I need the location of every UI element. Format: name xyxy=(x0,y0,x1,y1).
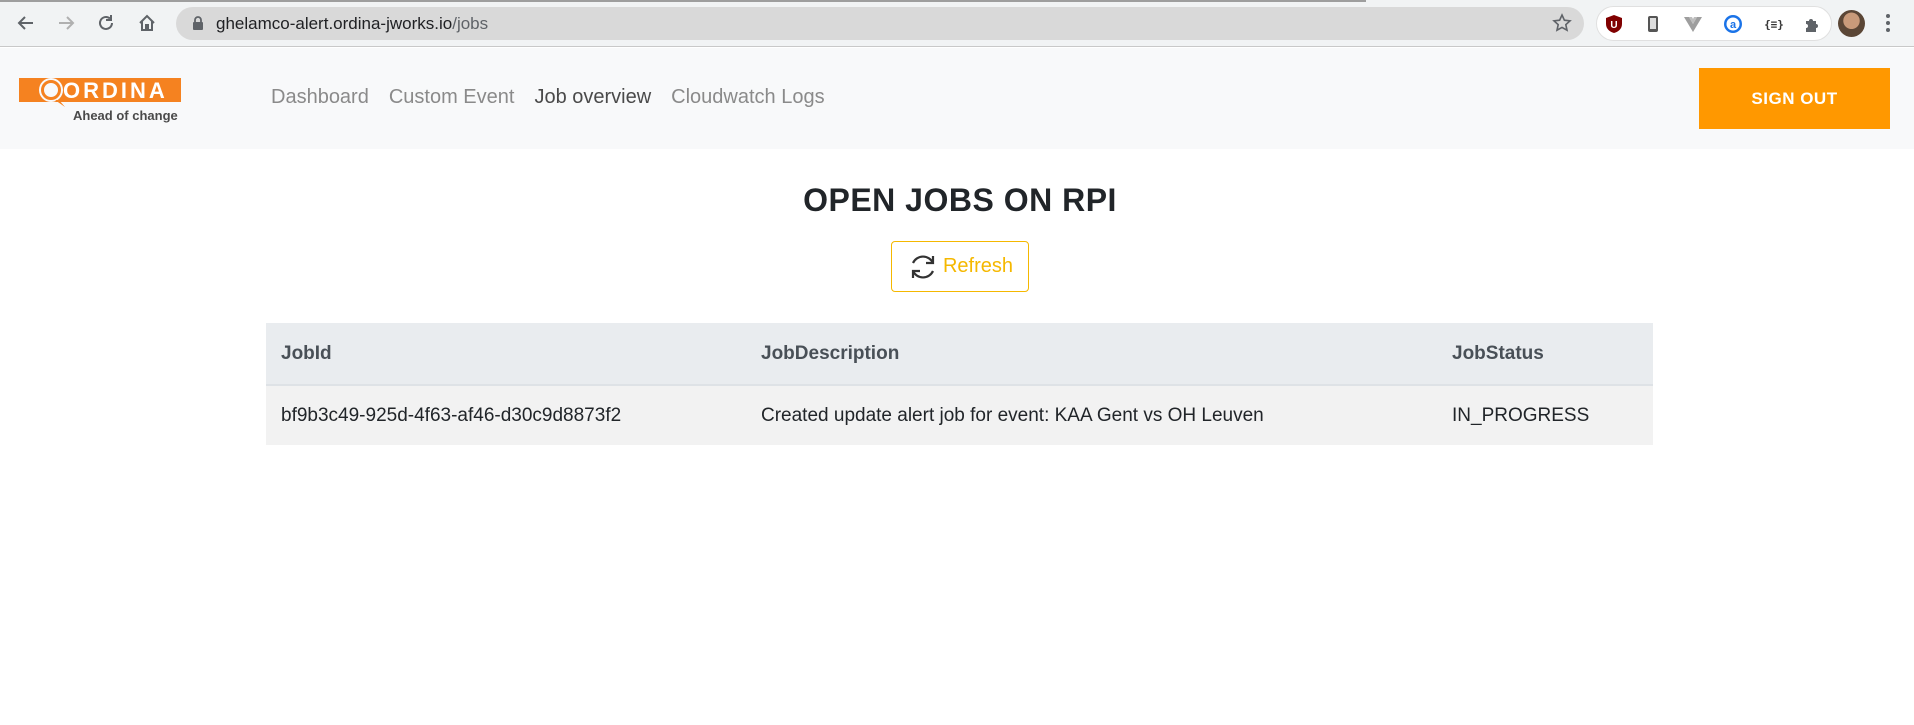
table-header-row: JobId JobDescription JobStatus xyxy=(266,323,1653,386)
menu-dots-icon[interactable] xyxy=(1880,11,1896,35)
json-extension-label: {≡} xyxy=(1764,17,1784,31)
job-status-cell: IN_PROGRESS xyxy=(1437,385,1653,445)
url-path: /jobs xyxy=(452,14,489,33)
column-header-jobstatus[interactable]: JobStatus xyxy=(1437,323,1653,386)
nav-custom-event[interactable]: Custom Event xyxy=(389,86,515,109)
phone-extension-icon[interactable] xyxy=(1643,14,1663,34)
column-header-jobdescription[interactable]: JobDescription xyxy=(746,323,1437,386)
svg-text:a: a xyxy=(1730,19,1737,31)
refresh-label: Refresh xyxy=(942,255,1014,277)
ordina-logo[interactable]: ORDINA Ahead of change xyxy=(19,72,183,124)
profile-avatar[interactable] xyxy=(1838,10,1865,37)
bookmark-star-icon[interactable] xyxy=(1552,13,1572,33)
forward-icon[interactable] xyxy=(52,9,80,37)
back-icon[interactable] xyxy=(12,9,40,37)
vue-devtools-icon[interactable] xyxy=(1683,14,1703,34)
nav-dashboard[interactable]: Dashboard xyxy=(271,86,369,109)
refresh-button[interactable]: Refresh xyxy=(891,241,1029,292)
url-text[interactable]: ghelamco-alert.ordina-jworks.io/jobs xyxy=(216,14,488,34)
nav-job-overview[interactable]: Job overview xyxy=(534,86,651,109)
address-bar[interactable]: ghelamco-alert.ordina-jworks.io/jobs xyxy=(176,7,1584,40)
page-load-indicator xyxy=(0,0,1366,2)
refresh-icon xyxy=(911,254,935,279)
puzzle-extension-icon[interactable] xyxy=(1803,14,1823,34)
logo-tagline: Ahead of change xyxy=(73,108,178,123)
logo-wordmark: ORDINA xyxy=(63,78,168,103)
svg-text:U: U xyxy=(1610,20,1617,31)
json-extension-icon[interactable]: {≡} xyxy=(1761,14,1787,34)
lock-icon[interactable] xyxy=(190,15,206,31)
page-title: OPEN JOBS ON RPI xyxy=(803,182,1117,218)
home-icon[interactable] xyxy=(133,9,161,37)
ublock-icon[interactable]: U xyxy=(1604,14,1624,34)
app-navbar: ORDINA Ahead of change Dashboard Custom … xyxy=(0,48,1914,149)
job-description-cell: Created update alert job for event: KAA … xyxy=(746,385,1437,445)
a-extension-icon[interactable]: a xyxy=(1723,14,1743,34)
column-header-jobid[interactable]: JobId xyxy=(266,323,746,386)
extensions-tray: U a {≡} xyxy=(1596,6,1832,41)
nav-cloudwatch-logs[interactable]: Cloudwatch Logs xyxy=(671,86,824,109)
browser-toolbar: ghelamco-alert.ordina-jworks.io/jobs U a… xyxy=(0,0,1914,47)
jobs-table: JobId JobDescription JobStatus bf9b3c49-… xyxy=(266,323,1653,445)
job-id-cell: bf9b3c49-925d-4f63-af46-d30c9d8873f2 xyxy=(266,385,746,445)
table-row[interactable]: bf9b3c49-925d-4f63-af46-d30c9d8873f2 Cre… xyxy=(266,385,1653,445)
url-host: ghelamco-alert.ordina-jworks.io xyxy=(216,14,453,33)
reload-icon[interactable] xyxy=(92,9,120,37)
sign-out-button[interactable]: SIGN OUT xyxy=(1699,68,1890,129)
main-nav: Dashboard Custom Event Job overview Clou… xyxy=(271,86,845,109)
